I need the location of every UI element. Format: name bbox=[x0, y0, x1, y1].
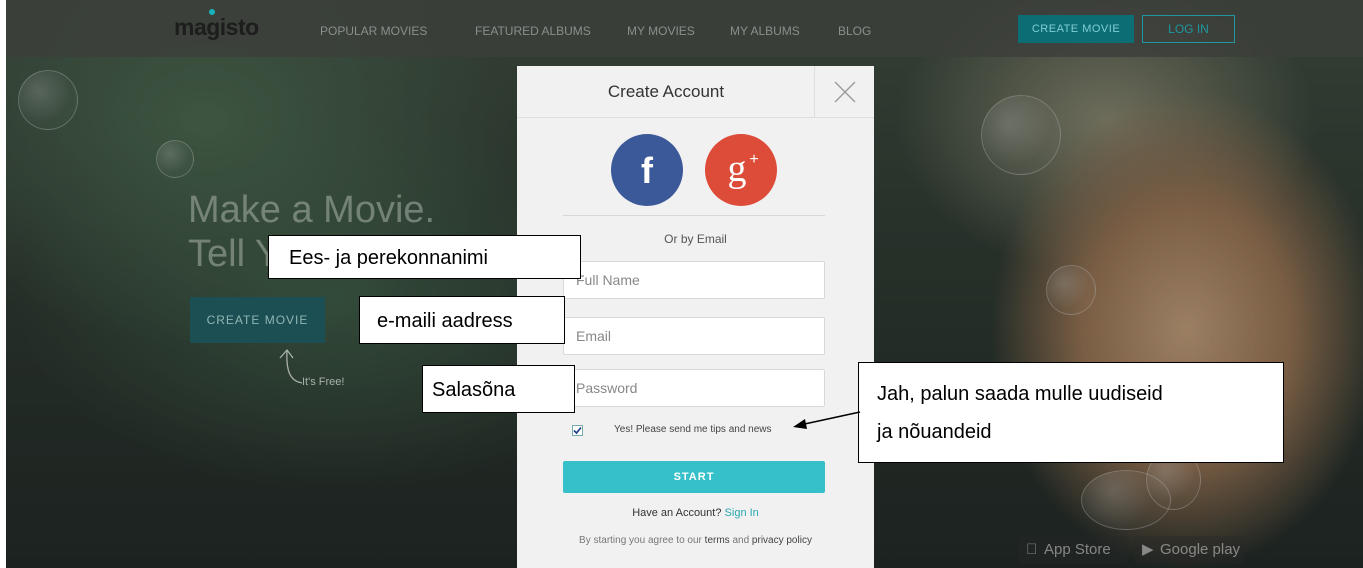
privacy-policy-link[interactable]: privacy policy bbox=[752, 535, 812, 546]
sign-in-link[interactable]: Sign In bbox=[725, 507, 759, 519]
nav-my-albums[interactable]: MY ALBUMS bbox=[730, 24, 800, 38]
app-store-badge[interactable]:  App Store bbox=[1018, 536, 1128, 564]
callout-password: Salasõna bbox=[422, 365, 575, 413]
close-icon bbox=[834, 81, 856, 103]
google-play-label: Google play bbox=[1160, 541, 1241, 558]
svg-text:g: g bbox=[728, 148, 747, 190]
terms-row: By starting you agree to our terms and p… bbox=[517, 535, 874, 546]
terms-link[interactable]: terms bbox=[705, 535, 730, 546]
newsletter-checkbox[interactable] bbox=[572, 425, 583, 436]
hero-title-line1: Make a Movie. bbox=[188, 189, 436, 231]
facebook-login-button[interactable]: f bbox=[611, 134, 683, 206]
nav-my-movies[interactable]: MY MOVIES bbox=[627, 24, 695, 38]
app-store-label: App Store bbox=[1044, 541, 1111, 558]
nav-featured-albums[interactable]: FEATURED ALBUMS bbox=[475, 24, 591, 38]
apple-icon:  bbox=[1026, 536, 1037, 564]
have-account-row: Have an Account? Sign In bbox=[517, 507, 874, 519]
callout-email: e-maili aadress bbox=[359, 296, 565, 344]
google-play-badge[interactable]: ▶ Google play bbox=[1134, 536, 1244, 564]
password-field[interactable] bbox=[563, 369, 825, 407]
close-button[interactable] bbox=[814, 66, 874, 118]
divider bbox=[563, 215, 825, 216]
logo[interactable]: magisto bbox=[174, 14, 259, 41]
google-plus-login-button[interactable]: g + bbox=[705, 134, 777, 206]
have-account-text: Have an Account? bbox=[632, 507, 722, 519]
create-account-modal: Create Account f g + Or by Email Yes! Pl… bbox=[517, 66, 874, 568]
callout-full-name: Ees- ja perekonnanimi bbox=[268, 235, 581, 279]
nav-blog[interactable]: BLOG bbox=[838, 24, 871, 38]
terms-prefix: By starting you agree to our bbox=[579, 535, 702, 546]
svg-text:f: f bbox=[641, 150, 654, 191]
callout-newsletter-line1: Jah, palun saada mulle uudiseid bbox=[877, 383, 1163, 405]
callout-arrow-icon bbox=[793, 411, 861, 429]
modal-title: Create Account bbox=[607, 82, 725, 101]
play-icon: ▶ bbox=[1142, 541, 1154, 558]
top-nav: magisto POPULAR MOVIES FEATURED ALBUMS M… bbox=[6, 0, 1363, 57]
hero-create-movie-button[interactable]: CREATE MOVIE bbox=[190, 297, 325, 343]
newsletter-label: Yes! Please send me tips and news bbox=[614, 424, 772, 435]
terms-and: and bbox=[732, 535, 750, 546]
callout-newsletter: Jah, palun saada mulle uudiseid ja nõuan… bbox=[858, 362, 1284, 463]
modal-header: Create Account bbox=[517, 66, 874, 118]
svg-text:+: + bbox=[749, 151, 758, 168]
callout-newsletter-line2: ja nõuandeid bbox=[877, 421, 992, 443]
start-button[interactable]: START bbox=[563, 461, 825, 493]
create-movie-button[interactable]: CREATE MOVIE bbox=[1018, 15, 1134, 43]
full-name-field[interactable] bbox=[563, 261, 825, 299]
google-plus-icon: g + bbox=[728, 148, 759, 190]
logo-dot bbox=[209, 9, 215, 15]
login-button[interactable]: LOG IN bbox=[1142, 15, 1235, 43]
email-field[interactable] bbox=[563, 317, 825, 355]
its-free-note: It's Free! bbox=[302, 376, 345, 388]
facebook-icon: f bbox=[641, 150, 654, 191]
checkmark-icon bbox=[573, 426, 582, 435]
nav-popular-movies[interactable]: POPULAR MOVIES bbox=[320, 24, 427, 38]
